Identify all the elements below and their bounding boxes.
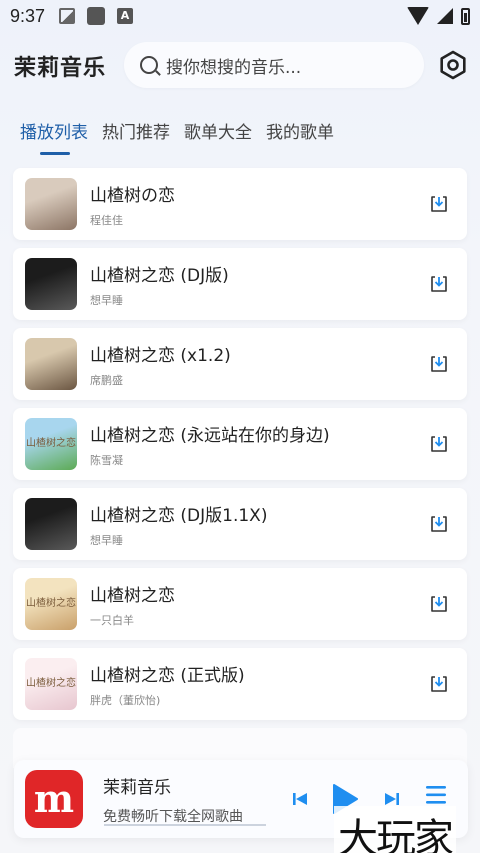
song-title: 山楂树之恋 (正式版) (90, 665, 245, 686)
list-item[interactable]: 山楂树之恋 山楂树之恋 (正式版) 胖虎（董欣怡) (13, 648, 467, 720)
tab-playlist[interactable]: 播放列表 (20, 118, 88, 155)
app-title: 茉莉音乐 (14, 56, 107, 81)
album-cover (25, 258, 77, 310)
song-title: 山楂树之恋 (90, 585, 175, 606)
download-icon[interactable] (429, 514, 449, 534)
song-artist: 想早睡 (90, 533, 123, 547)
header: 茉莉音乐 搜你想搜的音乐... (0, 42, 480, 90)
download-icon[interactable] (429, 434, 449, 454)
battery-icon (461, 7, 470, 25)
next-icon[interactable] (384, 791, 400, 807)
progress-bar[interactable] (104, 824, 266, 826)
status-bar: 9:37 A (0, 0, 480, 32)
download-icon[interactable] (429, 674, 449, 694)
song-artist: 程佳佳 (90, 213, 123, 227)
status-time: 9:37 (10, 5, 46, 26)
list-item[interactable]: 山楂树之恋 山楂树之恋 一只白羊 (13, 568, 467, 640)
signal-icon (437, 8, 453, 24)
download-icon[interactable] (429, 274, 449, 294)
album-cover (25, 178, 77, 230)
list-item[interactable]: 山楂树之恋 (DJ版) 想早睡 (13, 248, 467, 320)
song-artist: 陈雪凝 (90, 453, 123, 467)
wifi-icon (407, 7, 429, 25)
photo-notification-icon (59, 8, 76, 24)
album-cover: 山楂树之恋 (25, 578, 77, 630)
song-title: 山楂树之恋 (x1.2) (90, 345, 231, 366)
search-placeholder: 搜你想搜的音乐... (166, 57, 302, 78)
song-title: 山楂树之恋 (DJ版) (90, 265, 229, 286)
song-artist: 一只白羊 (90, 613, 134, 627)
download-icon[interactable] (429, 194, 449, 214)
album-cover (25, 498, 77, 550)
player-subtitle: 免费畅听下载全网歌曲 (103, 808, 243, 825)
song-title: 山楂树之恋 (永远站在你的身边) (90, 425, 330, 446)
album-cover: 山楂树之恋 (25, 658, 77, 710)
song-title: 山楂树之恋 (DJ版1.1X) (90, 505, 268, 526)
song-title: 山楂树の恋 (90, 185, 175, 206)
player-title: 茉莉音乐 (103, 777, 171, 798)
watermark: 大玩家 (334, 806, 456, 853)
list-item[interactable]: 山楂树之恋 (x1.2) 席鹏盛 (13, 328, 467, 400)
download-icon[interactable] (429, 354, 449, 374)
song-list: 山楂树の恋 程佳佳 山楂树之恋 (DJ版) 想早睡 山楂树之恋 (x1.2) 席鹏盛 … (13, 168, 467, 768)
list-item[interactable]: 山楂树の恋 程佳佳 (13, 168, 467, 240)
previous-icon[interactable] (292, 791, 308, 807)
playlist-icon[interactable] (424, 784, 448, 806)
download-icon[interactable] (429, 594, 449, 614)
song-artist: 席鹏盛 (90, 373, 123, 387)
settings-icon[interactable] (438, 50, 468, 80)
album-cover (25, 338, 77, 390)
app-notification-icon (87, 7, 106, 25)
app-logo-icon: m (25, 770, 83, 828)
tab-bar: 播放列表 热门推荐 歌单大全 我的歌单 (20, 118, 334, 155)
list-item[interactable]: 山楂树之恋 (DJ版1.1X) 想早睡 (13, 488, 467, 560)
search-icon (140, 56, 158, 74)
tab-my-lists[interactable]: 我的歌单 (266, 118, 334, 155)
song-artist: 想早睡 (90, 293, 123, 307)
search-input[interactable]: 搜你想搜的音乐... (124, 42, 424, 88)
tab-hot-recommend[interactable]: 热门推荐 (102, 118, 170, 155)
a-notification-icon: A (117, 8, 134, 24)
tab-song-lists[interactable]: 歌单大全 (184, 118, 252, 155)
list-item[interactable]: 山楂树之恋 山楂树之恋 (永远站在你的身边) 陈雪凝 (13, 408, 467, 480)
song-artist: 胖虎（董欣怡) (90, 693, 161, 707)
album-cover: 山楂树之恋 (25, 418, 77, 470)
